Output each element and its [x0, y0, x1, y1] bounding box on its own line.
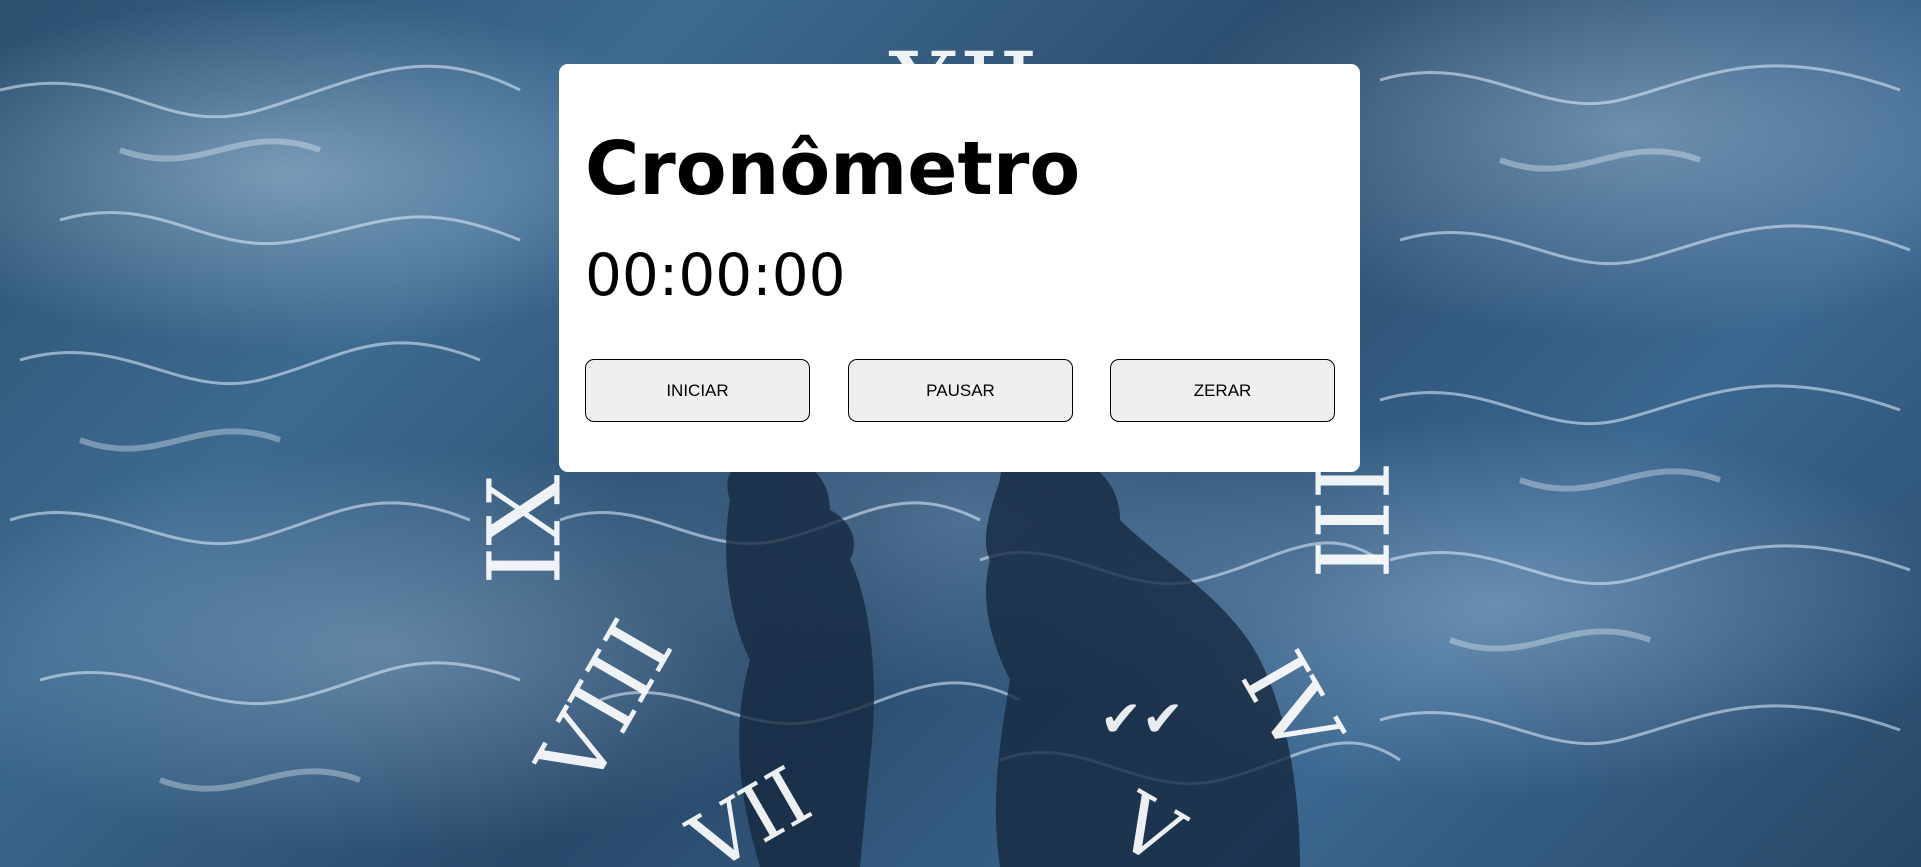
- page-title: Cronômetro: [585, 126, 1081, 212]
- time-display: 00:00:00: [585, 241, 846, 309]
- reset-button[interactable]: ZERAR: [1110, 359, 1335, 422]
- clock-numeral-iii: III: [1291, 460, 1409, 580]
- pause-button[interactable]: PAUSAR: [848, 359, 1073, 422]
- start-button[interactable]: INICIAR: [585, 359, 810, 422]
- stopwatch-card: Cronômetro 00:00:00 INICIAR PAUSAR ZERAR: [559, 64, 1360, 472]
- double-check-icon: ✔✔: [1100, 690, 1184, 748]
- clock-numeral-ix: IX: [466, 474, 584, 586]
